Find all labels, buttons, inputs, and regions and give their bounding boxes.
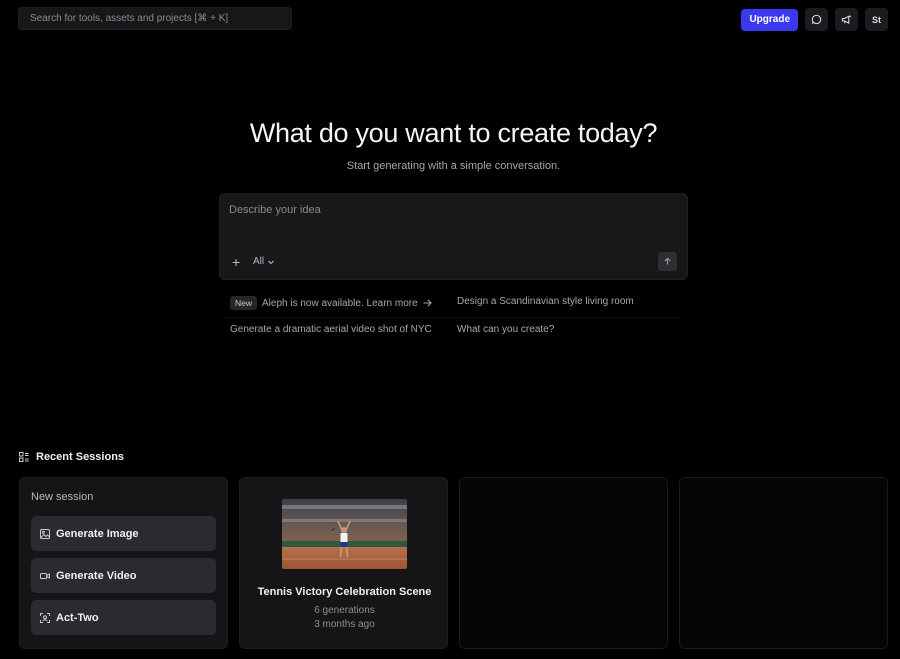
mode-dropdown[interactable]: All [253, 256, 275, 267]
search-bar[interactable] [18, 7, 292, 30]
recent-sessions-title: Recent Sessions [36, 451, 125, 463]
image-icon [40, 528, 50, 539]
new-session-title: New session [31, 491, 94, 503]
page-title: What do you want to create today? [249, 118, 658, 148]
mode-dropdown-label: All [253, 256, 265, 267]
arrow-up-icon [664, 257, 671, 265]
divider [227, 317, 679, 318]
generate-image-label: Generate Image [56, 527, 139, 540]
suggestion-item[interactable]: What can you create? [457, 324, 554, 335]
session-thumbnail [282, 499, 407, 569]
video-camera-icon [40, 572, 50, 579]
page-subtitle: Start generating with a simple conversat… [346, 160, 561, 172]
announcement-text: Aleph is now available. Learn more [262, 297, 418, 309]
generate-video-button[interactable]: Generate Video [31, 558, 216, 593]
recent-sessions-heading: Recent Sessions [19, 451, 124, 463]
upgrade-button[interactable]: Upgrade [741, 8, 798, 31]
face-scan-icon [40, 612, 50, 623]
suggestion-text: Generate a dramatic aerial video shot of… [230, 324, 432, 335]
suggestion-announcement[interactable]: New Aleph is now available. Learn more [230, 296, 432, 310]
grid-list-icon [19, 452, 29, 462]
announcements-button[interactable] [835, 8, 858, 31]
empty-session-slot [679, 477, 888, 649]
search-input[interactable] [30, 13, 291, 24]
act-two-label: Act-Two [56, 611, 99, 624]
suggestion-text: What can you create? [457, 324, 555, 335]
chevron-down-icon [268, 260, 275, 264]
session-card[interactable]: Tennis Victory Celebration Scene 6 gener… [239, 477, 448, 649]
prompt-input[interactable] [229, 204, 669, 240]
new-session-card: New session Generate Image Generate Vide… [19, 477, 228, 649]
chat-icon [811, 14, 822, 25]
act-two-button[interactable]: Act-Two [31, 600, 216, 635]
send-button[interactable] [658, 252, 677, 271]
avatar[interactable]: St [865, 8, 888, 31]
empty-session-slot [459, 477, 668, 649]
session-date: 3 months ago [314, 619, 375, 630]
suggestion-text: Design a Scandinavian style living room [457, 296, 634, 307]
chat-button[interactable] [805, 8, 828, 31]
megaphone-icon [841, 15, 851, 25]
suggestion-item[interactable]: Design a Scandinavian style living room [457, 296, 634, 307]
arrow-right-icon [423, 299, 432, 307]
session-generations: 6 generations [314, 605, 375, 616]
suggestion-item[interactable]: Generate a dramatic aerial video shot of… [230, 324, 432, 335]
new-badge: New [230, 296, 258, 310]
prompt-box: + All [219, 193, 688, 280]
generate-video-label: Generate Video [56, 569, 137, 582]
add-attachment-button[interactable]: + [232, 255, 240, 269]
top-actions: Upgrade St [741, 8, 888, 31]
session-title: Tennis Victory Celebration Scene [257, 586, 432, 598]
generate-image-button[interactable]: Generate Image [31, 516, 216, 551]
